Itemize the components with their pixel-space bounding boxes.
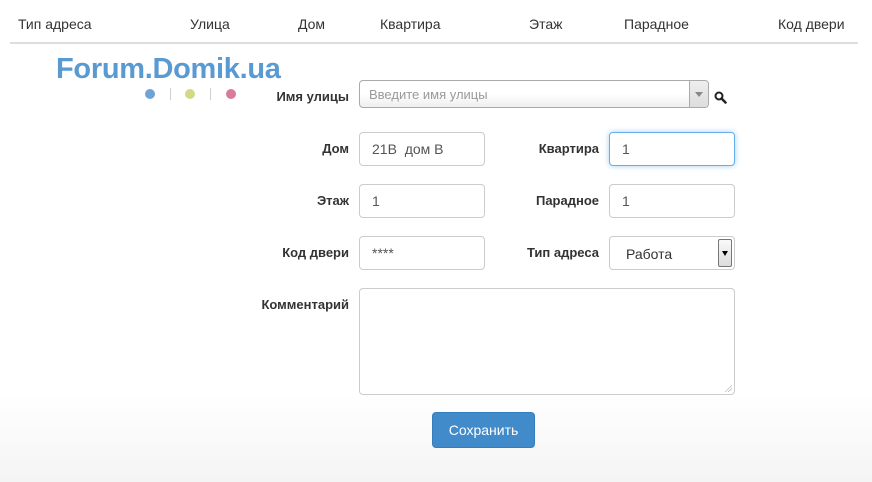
street-select[interactable]: Введите имя улицы xyxy=(359,80,709,108)
apartment-input[interactable] xyxy=(609,132,735,166)
address-type-value: Работа xyxy=(626,246,673,262)
chevron-down-icon xyxy=(695,92,703,97)
floor-label: Этаж xyxy=(316,193,349,208)
house-label: Дом xyxy=(322,141,349,156)
house-input[interactable] xyxy=(359,132,485,166)
entrance-input[interactable] xyxy=(609,184,735,218)
logo-dot-yellow xyxy=(185,89,195,99)
door-code-label: Код двери xyxy=(282,245,349,260)
resize-handle-icon[interactable] xyxy=(724,384,732,392)
street-label: Имя улицы xyxy=(276,89,349,104)
column-header-entrance[interactable]: Парадное xyxy=(624,16,689,32)
chevron-down-icon xyxy=(722,251,728,256)
column-header-street[interactable]: Улица xyxy=(190,16,230,32)
column-header-floor[interactable]: Этаж xyxy=(529,16,562,32)
logo-separator xyxy=(170,88,171,100)
apartment-label: Квартира xyxy=(538,141,599,156)
watermark-logo: Forum.Domik.ua xyxy=(56,53,281,85)
street-placeholder: Введите имя улицы xyxy=(369,87,488,102)
logo-dot-blue xyxy=(145,89,155,99)
comment-label: Комментарий xyxy=(261,297,349,312)
entrance-label: Парадное xyxy=(535,193,599,208)
logo-separator xyxy=(210,88,211,100)
street-dropdown-button[interactable] xyxy=(689,81,708,107)
address-type-dropdown-button[interactable] xyxy=(718,239,732,267)
column-header-house[interactable]: Дом xyxy=(298,16,325,32)
comment-textarea[interactable] xyxy=(359,288,735,395)
door-code-input[interactable] xyxy=(359,236,485,270)
save-button[interactable]: Сохранить xyxy=(432,412,535,448)
address-type-label: Тип адреса xyxy=(526,245,599,260)
column-header-address-type[interactable]: Тип адреса xyxy=(18,16,92,32)
column-header-door-code[interactable]: Код двери xyxy=(778,16,845,32)
column-header-apartment[interactable]: Квартира xyxy=(380,16,441,32)
address-type-select[interactable]: Работа xyxy=(609,236,735,270)
table-header: Тип адреса Улица Дом Квартира Этаж Парад… xyxy=(10,0,858,44)
floor-input[interactable] xyxy=(359,184,485,218)
search-icon[interactable] xyxy=(714,91,727,104)
